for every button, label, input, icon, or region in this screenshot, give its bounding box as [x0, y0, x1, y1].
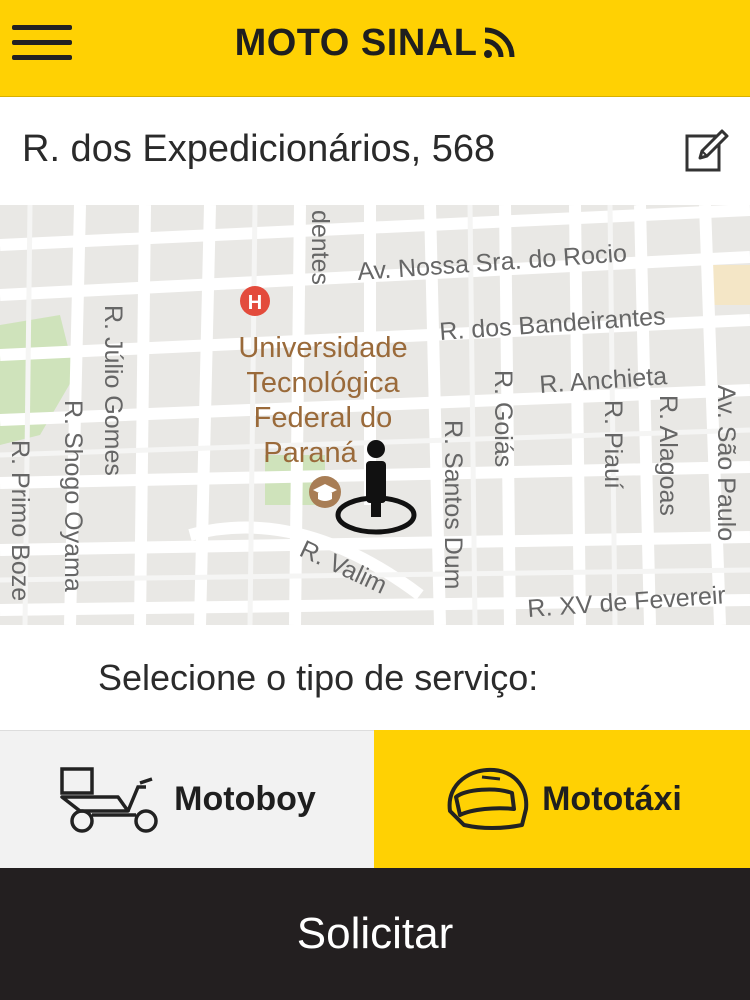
- app-title: MOTO SINAL: [0, 22, 750, 65]
- motoboy-option-button[interactable]: Motoboy: [0, 730, 374, 868]
- street-label: dentes: [306, 210, 334, 285]
- svg-text:H: H: [248, 292, 262, 314]
- service-prompt: Selecione o tipo de serviço:: [0, 625, 750, 730]
- app-header: MOTO SINAL: [0, 0, 750, 97]
- map-view[interactable]: Av. Nossa Sra. do Rocio R. dos Bandeiran…: [0, 205, 750, 625]
- university-icon: [309, 476, 341, 508]
- app-title-text: MOTO SINAL: [234, 22, 478, 64]
- hospital-icon: H: [240, 286, 270, 316]
- address-bar[interactable]: R. dos Expedicionários, 568: [0, 98, 750, 205]
- request-button-label: Solicitar: [296, 909, 454, 958]
- poi-label: Federal do: [254, 402, 393, 434]
- edit-pencil-icon[interactable]: [684, 128, 730, 174]
- motoboy-label: Motoboy: [174, 780, 316, 818]
- street-label: R. Júlio Gomes: [99, 305, 127, 476]
- street-label: Av. São Paulo: [712, 385, 740, 541]
- street-label: R. Shogo Oyama: [59, 400, 87, 592]
- street-label: R. Piauí: [599, 400, 627, 489]
- map-canvas[interactable]: Av. Nossa Sra. do Rocio R. dos Bandeiran…: [0, 205, 750, 625]
- street-label: R. Santos Dum: [439, 420, 467, 590]
- poi-label: Universidade: [238, 332, 407, 364]
- street-label: R. Alagoas: [654, 395, 682, 516]
- signal-rss-icon: [484, 27, 515, 58]
- helmet-icon: [447, 767, 529, 830]
- address-text: R. dos Expedicionários, 568: [22, 128, 496, 170]
- street-label: R. Primo Boze: [6, 440, 34, 601]
- mototaxi-option-button[interactable]: Mototáxi: [374, 730, 750, 868]
- poi-label: Tecnológica: [246, 367, 400, 399]
- request-button[interactable]: Solicitar: [0, 868, 750, 1000]
- street-label: R. Goiás: [489, 370, 517, 467]
- poi-label: Paraná: [263, 437, 357, 469]
- motoboy-scooter-icon: [60, 766, 158, 833]
- service-prompt-text: Selecione o tipo de serviço:: [98, 657, 539, 698]
- mototaxi-label: Mototáxi: [542, 779, 682, 818]
